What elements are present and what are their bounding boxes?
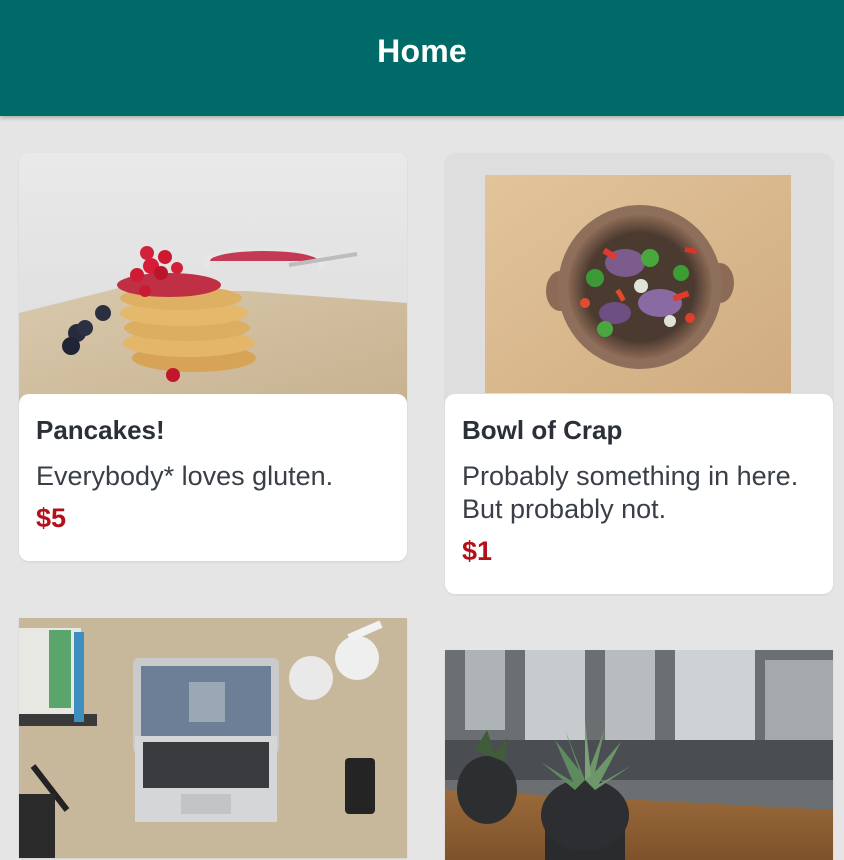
item-title: Bowl of Crap: [462, 415, 623, 445]
product-card-laptop[interactable]: [19, 618, 407, 858]
product-card-bowl[interactable]: Bowl of Crap Probably something in here.…: [445, 153, 833, 594]
salad-bowl-photo: [445, 153, 833, 403]
pancakes-photo: [19, 153, 407, 403]
app-bar: Home: [0, 0, 844, 116]
item-description: Everybody* loves gluten.: [36, 461, 334, 491]
laptop-desk-photo: [19, 618, 407, 858]
item-description: Probably something in here. But probably…: [462, 461, 799, 524]
item-title: Pancakes!: [36, 415, 165, 445]
card-body: Pancakes! Everybody* loves gluten. $5: [19, 394, 407, 561]
product-card-plant[interactable]: [445, 650, 833, 860]
page-title: Home: [377, 32, 467, 69]
card-body: Bowl of Crap Probably something in here.…: [445, 394, 833, 594]
item-price: $5: [36, 503, 67, 533]
product-card-pancakes[interactable]: Pancakes! Everybody* loves gluten. $5: [19, 153, 407, 561]
potted-plant-photo: [445, 650, 833, 860]
item-price: $1: [462, 536, 493, 566]
